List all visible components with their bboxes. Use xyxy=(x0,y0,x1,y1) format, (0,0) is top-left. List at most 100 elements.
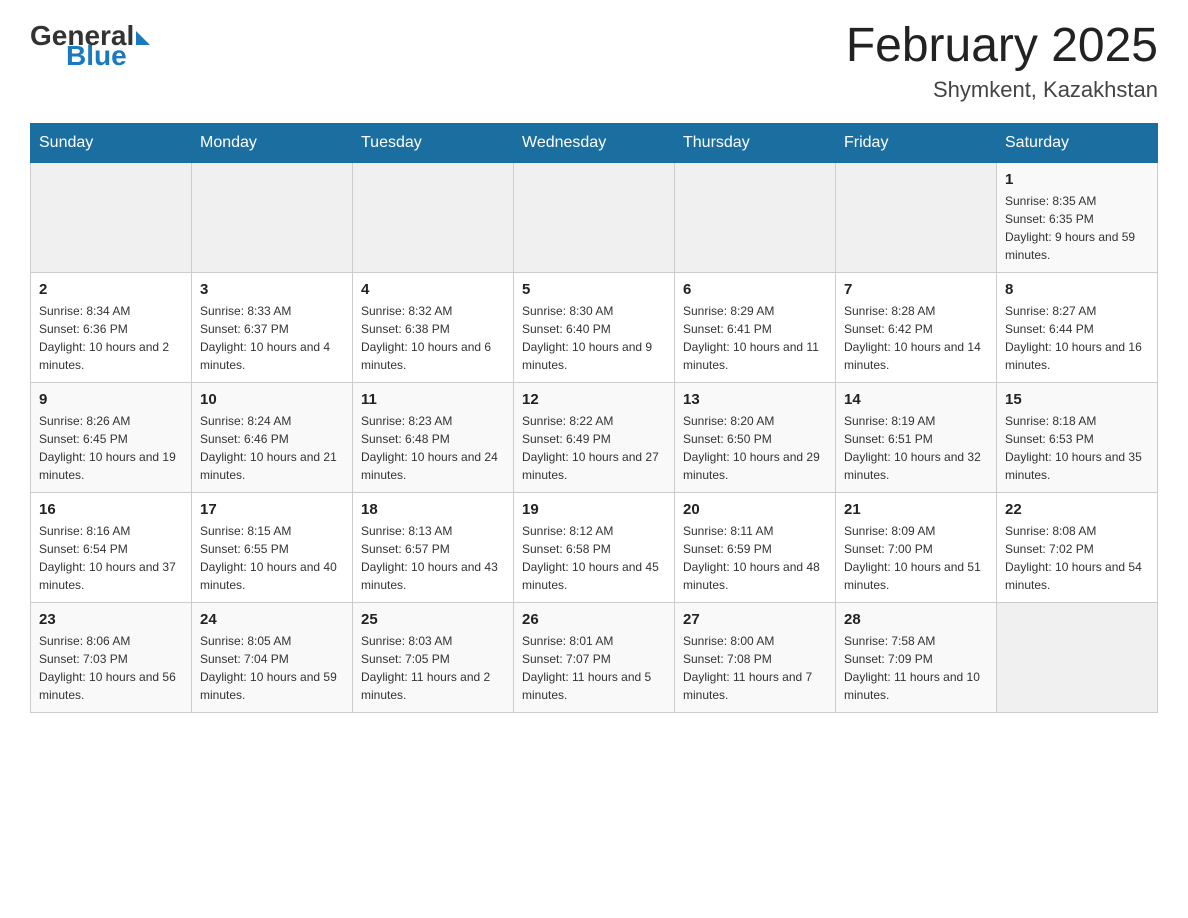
header-row: Sunday Monday Tuesday Wednesday Thursday… xyxy=(31,123,1158,162)
calendar-cell: 11 Sunrise: 8:23 AMSunset: 6:48 PMDayligh… xyxy=(353,382,514,492)
day-number: 26 xyxy=(522,611,666,628)
calendar-cell: 15 Sunrise: 8:18 AMSunset: 6:53 PMDayligh… xyxy=(997,382,1158,492)
day-number: 11 xyxy=(361,391,505,408)
calendar-cell xyxy=(675,162,836,272)
header-thursday: Thursday xyxy=(675,123,836,162)
day-info: Sunrise: 8:26 AMSunset: 6:45 PMDaylight:… xyxy=(39,412,183,484)
day-info: Sunrise: 8:15 AMSunset: 6:55 PMDaylight:… xyxy=(200,522,344,594)
calendar-cell: 14 Sunrise: 8:19 AMSunset: 6:51 PMDayligh… xyxy=(836,382,997,492)
day-info: Sunrise: 8:30 AMSunset: 6:40 PMDaylight:… xyxy=(522,302,666,374)
day-info: Sunrise: 8:03 AMSunset: 7:05 PMDaylight:… xyxy=(361,632,505,704)
title-section: February 2025 Shymkent, Kazakhstan xyxy=(846,20,1158,103)
day-number: 5 xyxy=(522,281,666,298)
day-info: Sunrise: 8:27 AMSunset: 6:44 PMDaylight:… xyxy=(1005,302,1149,374)
header-sunday: Sunday xyxy=(31,123,192,162)
calendar-cell: 23 Sunrise: 8:06 AMSunset: 7:03 PMDayligh… xyxy=(31,602,192,712)
calendar-cell: 27 Sunrise: 8:00 AMSunset: 7:08 PMDayligh… xyxy=(675,602,836,712)
header-tuesday: Tuesday xyxy=(353,123,514,162)
day-number: 9 xyxy=(39,391,183,408)
calendar-cell: 1Sunrise: 8:35 AMSunset: 6:35 PMDaylight… xyxy=(997,162,1158,272)
calendar-body: 1Sunrise: 8:35 AMSunset: 6:35 PMDaylight… xyxy=(31,162,1158,712)
header-wednesday: Wednesday xyxy=(514,123,675,162)
day-info: Sunrise: 8:12 AMSunset: 6:58 PMDaylight:… xyxy=(522,522,666,594)
calendar-cell: 24 Sunrise: 8:05 AMSunset: 7:04 PMDayligh… xyxy=(192,602,353,712)
calendar-cell: 8 Sunrise: 8:27 AMSunset: 6:44 PMDaylight… xyxy=(997,272,1158,382)
day-number: 3 xyxy=(200,281,344,298)
calendar-table: Sunday Monday Tuesday Wednesday Thursday… xyxy=(30,123,1158,713)
day-info: Sunrise: 8:32 AMSunset: 6:38 PMDaylight:… xyxy=(361,302,505,374)
calendar-cell: 9 Sunrise: 8:26 AMSunset: 6:45 PMDaylight… xyxy=(31,382,192,492)
day-number: 13 xyxy=(683,391,827,408)
day-number: 18 xyxy=(361,501,505,518)
calendar-cell xyxy=(836,162,997,272)
month-title: February 2025 xyxy=(846,20,1158,73)
day-number: 16 xyxy=(39,501,183,518)
calendar-cell: 3 Sunrise: 8:33 AMSunset: 6:37 PMDaylight… xyxy=(192,272,353,382)
logo: General Blue xyxy=(30,20,150,72)
day-number: 7 xyxy=(844,281,988,298)
day-number: 12 xyxy=(522,391,666,408)
day-info: Sunrise: 7:58 AMSunset: 7:09 PMDaylight:… xyxy=(844,632,988,704)
logo-blue-text: Blue xyxy=(66,40,127,72)
day-info: Sunrise: 8:09 AMSunset: 7:00 PMDaylight:… xyxy=(844,522,988,594)
page-header: General Blue February 2025 Shymkent, Kaz… xyxy=(30,20,1158,103)
day-info: Sunrise: 8:16 AMSunset: 6:54 PMDaylight:… xyxy=(39,522,183,594)
day-number: 28 xyxy=(844,611,988,628)
day-info: Sunrise: 8:20 AMSunset: 6:50 PMDaylight:… xyxy=(683,412,827,484)
day-info: Sunrise: 8:05 AMSunset: 7:04 PMDaylight:… xyxy=(200,632,344,704)
calendar-cell: 20 Sunrise: 8:11 AMSunset: 6:59 PMDayligh… xyxy=(675,492,836,602)
day-info: Sunrise: 8:18 AMSunset: 6:53 PMDaylight:… xyxy=(1005,412,1149,484)
calendar-cell: 2 Sunrise: 8:34 AMSunset: 6:36 PMDaylight… xyxy=(31,272,192,382)
calendar-cell: 13 Sunrise: 8:20 AMSunset: 6:50 PMDayligh… xyxy=(675,382,836,492)
calendar-cell xyxy=(997,602,1158,712)
calendar-cell: 26 Sunrise: 8:01 AMSunset: 7:07 PMDayligh… xyxy=(514,602,675,712)
day-number: 23 xyxy=(39,611,183,628)
day-info: Sunrise: 8:00 AMSunset: 7:08 PMDaylight:… xyxy=(683,632,827,704)
day-info: Sunrise: 8:28 AMSunset: 6:42 PMDaylight:… xyxy=(844,302,988,374)
calendar-cell: 7 Sunrise: 8:28 AMSunset: 6:42 PMDaylight… xyxy=(836,272,997,382)
day-info: Sunrise: 8:01 AMSunset: 7:07 PMDaylight:… xyxy=(522,632,666,704)
day-info: Sunrise: 8:33 AMSunset: 6:37 PMDaylight:… xyxy=(200,302,344,374)
day-number: 20 xyxy=(683,501,827,518)
calendar-cell: 10Sunrise: 8:24 AMSunset: 6:46 PMDayligh… xyxy=(192,382,353,492)
day-number: 14 xyxy=(844,391,988,408)
day-number: 25 xyxy=(361,611,505,628)
header-friday: Friday xyxy=(836,123,997,162)
calendar-cell: 22Sunrise: 8:08 AMSunset: 7:02 PMDayligh… xyxy=(997,492,1158,602)
header-saturday: Saturday xyxy=(997,123,1158,162)
day-info: Sunrise: 8:29 AMSunset: 6:41 PMDaylight:… xyxy=(683,302,827,374)
calendar-cell: 19 Sunrise: 8:12 AMSunset: 6:58 PMDayligh… xyxy=(514,492,675,602)
day-info: Sunrise: 8:34 AMSunset: 6:36 PMDaylight:… xyxy=(39,302,183,374)
day-number: 6 xyxy=(683,281,827,298)
calendar-cell: 6 Sunrise: 8:29 AMSunset: 6:41 PMDaylight… xyxy=(675,272,836,382)
day-number: 17 xyxy=(200,501,344,518)
calendar-week-row: 23 Sunrise: 8:06 AMSunset: 7:03 PMDayligh… xyxy=(31,602,1158,712)
calendar-cell: 17 Sunrise: 8:15 AMSunset: 6:55 PMDayligh… xyxy=(192,492,353,602)
day-number: 2 xyxy=(39,281,183,298)
day-info: Sunrise: 8:24 AMSunset: 6:46 PMDaylight:… xyxy=(200,412,344,484)
day-info: Sunrise: 8:35 AMSunset: 6:35 PMDaylight:… xyxy=(1005,192,1149,264)
day-info: Sunrise: 8:06 AMSunset: 7:03 PMDaylight:… xyxy=(39,632,183,704)
header-monday: Monday xyxy=(192,123,353,162)
logo-arrow-icon xyxy=(136,31,150,45)
day-info: Sunrise: 8:22 AMSunset: 6:49 PMDaylight:… xyxy=(522,412,666,484)
day-number: 8 xyxy=(1005,281,1149,298)
day-info: Sunrise: 8:19 AMSunset: 6:51 PMDaylight:… xyxy=(844,412,988,484)
day-number: 4 xyxy=(361,281,505,298)
day-number: 22 xyxy=(1005,501,1149,518)
calendar-cell: 28 Sunrise: 7:58 AMSunset: 7:09 PMDayligh… xyxy=(836,602,997,712)
day-number: 19 xyxy=(522,501,666,518)
day-info: Sunrise: 8:11 AMSunset: 6:59 PMDaylight:… xyxy=(683,522,827,594)
calendar-cell: 16 Sunrise: 8:16 AMSunset: 6:54 PMDayligh… xyxy=(31,492,192,602)
calendar-cell xyxy=(192,162,353,272)
day-number: 24 xyxy=(200,611,344,628)
calendar-cell: 25 Sunrise: 8:03 AMSunset: 7:05 PMDayligh… xyxy=(353,602,514,712)
day-number: 15 xyxy=(1005,391,1149,408)
calendar-week-row: 9 Sunrise: 8:26 AMSunset: 6:45 PMDaylight… xyxy=(31,382,1158,492)
calendar-header: Sunday Monday Tuesday Wednesday Thursday… xyxy=(31,123,1158,162)
day-number: 27 xyxy=(683,611,827,628)
calendar-cell: 21 Sunrise: 8:09 AMSunset: 7:00 PMDayligh… xyxy=(836,492,997,602)
calendar-week-row: 2 Sunrise: 8:34 AMSunset: 6:36 PMDaylight… xyxy=(31,272,1158,382)
day-info: Sunrise: 8:23 AMSunset: 6:48 PMDaylight:… xyxy=(361,412,505,484)
day-number: 21 xyxy=(844,501,988,518)
